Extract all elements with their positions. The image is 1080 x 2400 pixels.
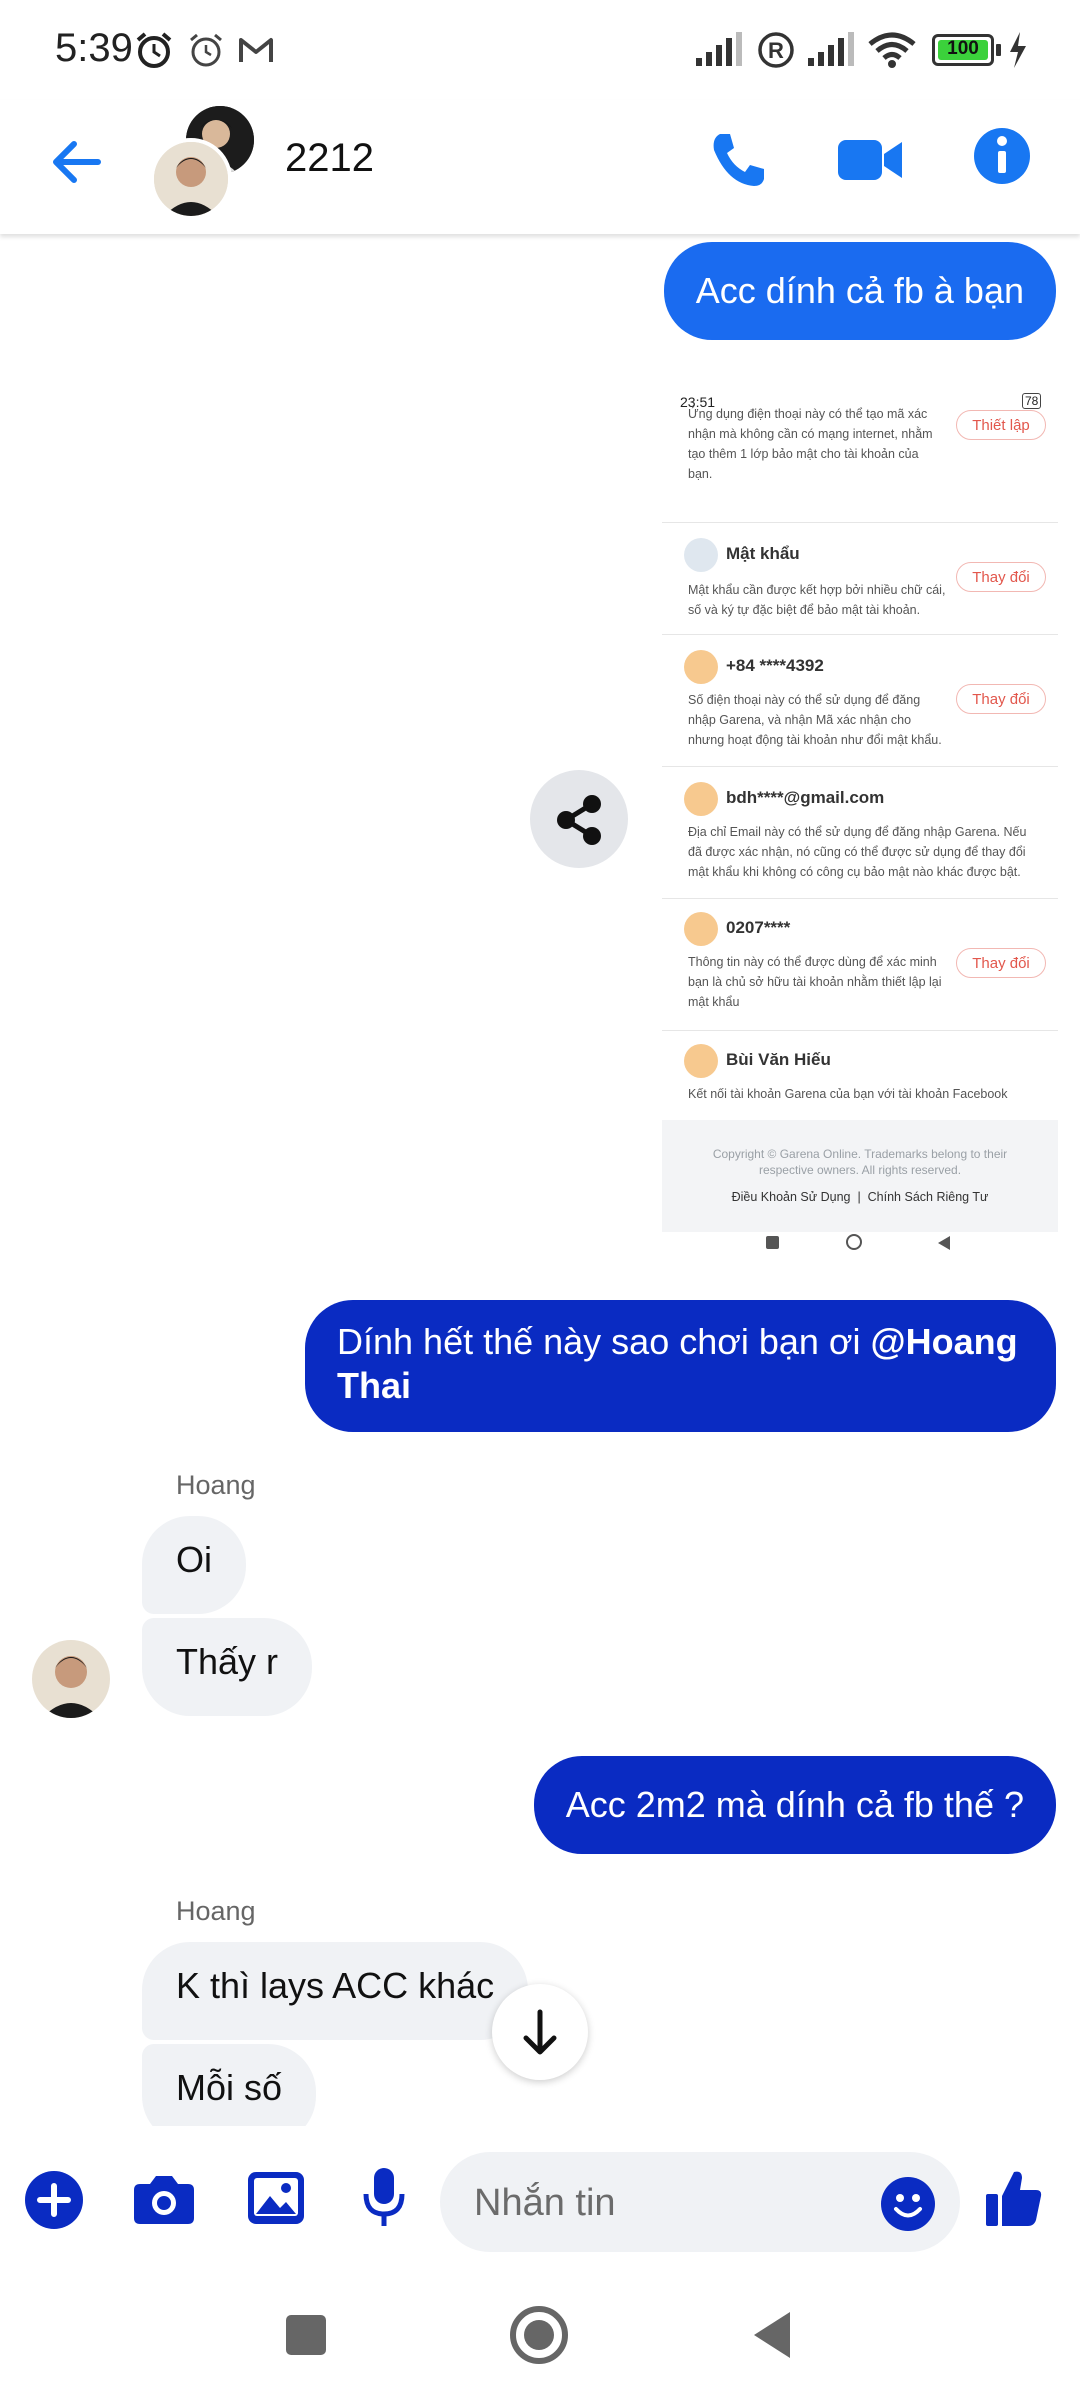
message-text: Mỗi số (176, 2067, 283, 2108)
image-item-title: bdh****@gmail.com (726, 788, 885, 807)
gmail-icon (239, 38, 273, 62)
image-item-desc: Địa chỉ Email này có thể sử dụng để đăng… (688, 825, 1027, 879)
battery-icon: 100 (932, 34, 994, 66)
status-time: 5:39 (55, 26, 133, 70)
image-item-title: Bùi Văn Hiếu (726, 1050, 831, 1069)
phone-small-icon (684, 650, 718, 684)
status-bar: 5:39 R 100 (0, 0, 1080, 100)
gallery-icon[interactable] (246, 2168, 306, 2228)
image-section-phone: +84 ****4392 Số điện thoại này có thể sử… (662, 634, 1058, 767)
user-small-icon (684, 912, 718, 946)
facebook-small-icon (684, 1044, 718, 1078)
conversation-header: 2212 (0, 100, 1080, 234)
mail-small-icon (684, 782, 718, 816)
info-icon[interactable] (972, 126, 1032, 186)
image-privacy-link: Chính Sách Riêng Tư (867, 1190, 989, 1204)
group-avatar-primary[interactable] (150, 138, 232, 220)
mention[interactable]: Thai (337, 1365, 411, 1406)
image-item-desc: Kết nối tài khoản Garena của bạn với tài… (688, 1087, 1008, 1101)
message-bubble-incoming[interactable]: Oi (142, 1516, 246, 1614)
image-item-title: Mật khẩu (726, 544, 800, 563)
image-section-id: 0207**** Thông tin này có thể được dùng … (662, 898, 1058, 1031)
image-change-button: Thay đổi (956, 684, 1046, 714)
avatar-image (32, 1640, 110, 1718)
scroll-to-bottom-button[interactable] (492, 1984, 588, 2080)
image-change-button: Thay đổi (956, 562, 1046, 592)
message-text: Dính hết thế này sao chơi bạn ơi (337, 1321, 871, 1362)
charging-icon (1010, 32, 1026, 68)
alarm-outline-icon (190, 33, 222, 67)
svg-text:R: R (768, 38, 784, 63)
battery-tip (996, 44, 1001, 56)
image-terms-link: Điều Khoản Sử Dụng (731, 1190, 851, 1204)
conversation-title[interactable]: 2212 (285, 136, 374, 181)
message-text: Acc dính cả fb à bạn (695, 270, 1024, 311)
image-copyright: respective owners. All rights reserved. (758, 1163, 962, 1177)
image-item-title: +84 ****4392 (726, 656, 824, 675)
sender-name: Hoang (176, 1470, 256, 1500)
message-text: Thấy r (176, 1641, 279, 1682)
message-input[interactable]: Nhắn tin (440, 2152, 960, 2252)
video-icon[interactable] (836, 134, 906, 186)
registered-icon: R (758, 32, 794, 68)
sender-name: Hoang (176, 1896, 256, 1926)
wifi-icon (868, 32, 916, 68)
image-item-title: 0207**** (726, 918, 791, 937)
recents-button[interactable] (286, 2315, 326, 2355)
image-footer: Copyright © Garena Online. Trademarks be… (662, 1120, 1058, 1232)
message-bubble-outgoing[interactable]: Acc 2m2 mà dính cả fb thế ? (533, 1756, 1056, 1854)
image-section-facebook: Bùi Văn Hiếu Kết nối tài khoản Garena củ… (662, 1030, 1058, 1120)
image-setup-button: Thiết lập (956, 410, 1046, 440)
image-change-button: Thay đổi (956, 948, 1046, 978)
image-navbar (662, 1232, 1058, 1256)
image-home-icon (846, 1234, 862, 1250)
message-text: Acc 2m2 mà dính cả fb thế ? (565, 1784, 1024, 1825)
microphone-icon[interactable] (360, 2166, 408, 2230)
avatar[interactable] (32, 1640, 110, 1718)
image-separator: | (857, 1190, 861, 1204)
message-input-placeholder: Nhắn tin (474, 2182, 616, 2224)
message-bubble-outgoing[interactable]: Dính hết thế này sao chơi bạn ơi @Hoang … (305, 1300, 1056, 1432)
message-list[interactable]: Acc dính cả fb à bạn 23:51 78 Ứng dụng đ… (0, 236, 1080, 2126)
composer-bar: Nhắn tin (0, 2130, 1080, 2270)
plus-icon[interactable] (24, 2170, 84, 2230)
emoji-icon[interactable] (880, 2176, 936, 2232)
back-button[interactable] (750, 2310, 794, 2360)
thumbs-up-icon[interactable] (984, 2166, 1044, 2230)
image-recents-icon (766, 1236, 779, 1249)
image-back-icon (938, 1236, 950, 1250)
home-button[interactable] (510, 2306, 568, 2364)
image-section-email: bdh****@gmail.com Địa chỉ Email này có t… (662, 766, 1058, 899)
message-bubble-outgoing[interactable]: Acc dính cả fb à bạn (663, 242, 1056, 340)
shared-image[interactable]: 23:51 78 Ứng dụng điện thoại này có thể … (662, 384, 1058, 1256)
battery-level: 100 (947, 38, 979, 59)
phone-icon[interactable] (706, 128, 770, 192)
mention[interactable]: @Hoang (871, 1321, 1018, 1362)
arrow-down-icon (523, 2009, 557, 2055)
message-bubble-incoming[interactable]: K thì lays ACC khác (142, 1942, 529, 2040)
alarm-icon (136, 32, 172, 68)
back-arrow-icon[interactable] (48, 134, 104, 190)
message-bubble-incoming[interactable]: Thấy r (142, 1618, 313, 1716)
signal-icon (696, 32, 742, 66)
message-text: K thì lays ACC khác (176, 1965, 495, 2006)
message-bubble-incoming[interactable]: Mỗi số (142, 2044, 317, 2126)
signal-icon (808, 32, 854, 66)
image-section-password: Mật khẩu Mật khẩu cần được kết hợp bởi n… (662, 522, 1058, 635)
share-button[interactable] (530, 770, 628, 868)
share-icon (557, 795, 601, 845)
message-text: Oi (176, 1539, 212, 1580)
image-copyright: Copyright © Garena Online. Trademarks be… (712, 1147, 1008, 1161)
avatar (154, 142, 228, 216)
lock-icon (684, 538, 718, 572)
camera-icon[interactable] (132, 2170, 196, 2226)
image-section-authenticator: Ứng dụng điện thoại này có thể tạo mã xá… (662, 404, 1058, 523)
system-navigation-bar (0, 2270, 1080, 2400)
